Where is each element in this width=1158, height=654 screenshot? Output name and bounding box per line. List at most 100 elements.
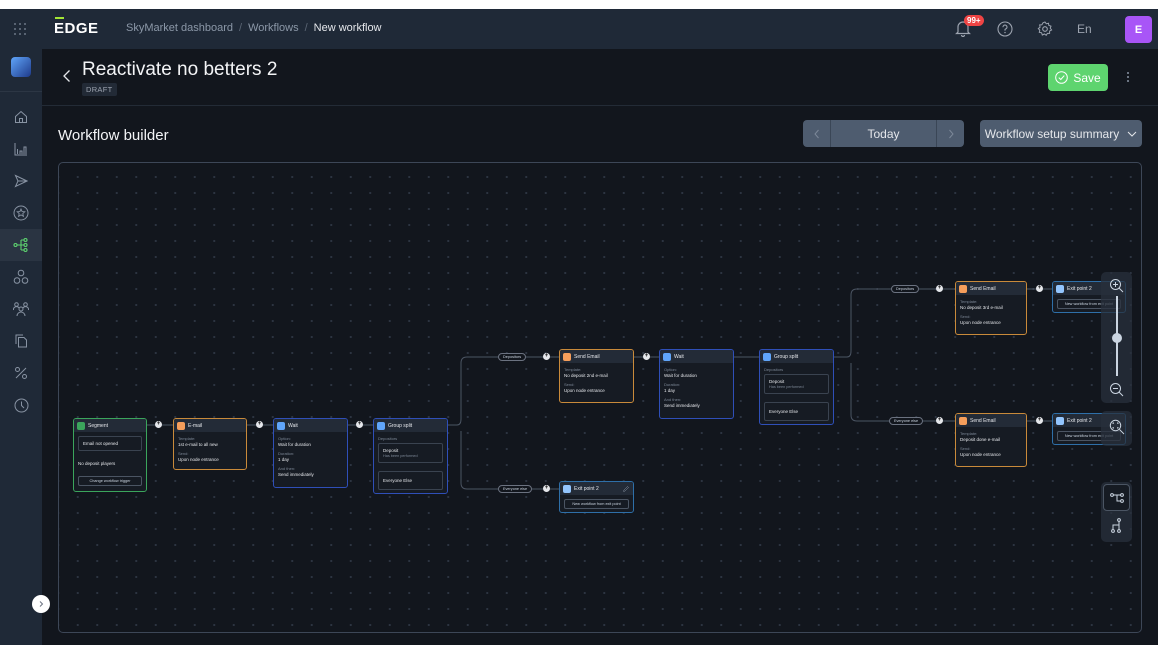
- node-email[interactable]: E-mail Template: 1st e-mail to all new S…: [173, 418, 247, 470]
- sidebar-item-players[interactable]: [0, 293, 42, 325]
- language-selector[interactable]: En: [1077, 22, 1092, 36]
- andthen-value: Send immediately: [278, 472, 314, 477]
- workflow-canvas[interactable]: Depositors Everyone else Depositors Ever…: [58, 162, 1142, 633]
- field-label: Send:: [960, 446, 971, 451]
- node-exit-point[interactable]: Exit point 2 New workflow from exit poin…: [559, 481, 634, 513]
- option-value: Wait for duration: [278, 442, 311, 447]
- node-title: Exit point 2: [574, 485, 599, 492]
- sidebar-item-loyalty[interactable]: [0, 197, 42, 229]
- email-icon: [177, 421, 185, 430]
- node-title: Exit point 2: [1067, 417, 1092, 424]
- change-trigger-button[interactable]: Change workflow trigger: [78, 476, 142, 486]
- divider: [0, 91, 42, 92]
- node-title: Send Email: [970, 285, 996, 292]
- add-node-button[interactable]: +: [356, 421, 363, 428]
- breadcrumb-current: New workflow: [313, 22, 382, 34]
- summary-label: Workflow setup summary: [984, 126, 1120, 141]
- node-send-email[interactable]: Send Email Template: Deposit done e-mail…: [955, 413, 1027, 467]
- back-arrow-icon[interactable]: [62, 69, 72, 83]
- branch-description: Has been performed: [383, 454, 418, 458]
- help-icon[interactable]: [997, 21, 1013, 37]
- send-icon: [14, 174, 28, 188]
- gear-icon[interactable]: [1037, 21, 1053, 37]
- edit-icon[interactable]: [623, 485, 629, 492]
- node-title: Exit point 2: [1067, 285, 1092, 292]
- split-branch-everyone-else[interactable]: Everyone Else: [378, 471, 443, 490]
- percent-icon: [15, 367, 27, 379]
- email-icon: [563, 352, 571, 361]
- sidebar-item-campaigns[interactable]: [0, 165, 42, 197]
- check-circle-icon: [1055, 71, 1069, 84]
- logo-text: EDGE: [54, 20, 99, 37]
- add-node-button[interactable]: +: [936, 285, 943, 292]
- avatar[interactable]: E: [1125, 16, 1152, 43]
- breadcrumb-separator: /: [239, 22, 243, 34]
- date-label[interactable]: Today: [830, 120, 937, 147]
- sidebar-item-analytics[interactable]: [0, 133, 42, 165]
- node-group-split[interactable]: Group split Depositors Deposit Has been p…: [759, 349, 834, 425]
- zoom-slider-handle[interactable]: [1112, 333, 1122, 343]
- zoom-controls: [1101, 272, 1132, 403]
- field-label: Option:: [664, 367, 677, 372]
- more-options-icon[interactable]: [1126, 71, 1130, 83]
- add-node-button[interactable]: +: [543, 485, 550, 492]
- node-segment[interactable]: Segment Email not opened No deposit play…: [73, 418, 147, 492]
- sidebar-item-bonuses[interactable]: [0, 357, 42, 389]
- send-value: Upon node entrance: [178, 457, 219, 462]
- sidebar-item-segments[interactable]: [0, 261, 42, 293]
- add-node-button[interactable]: +: [543, 353, 550, 360]
- field-label: And then:: [664, 397, 682, 402]
- field-label: Template:: [564, 367, 582, 372]
- split-branch-deposit[interactable]: Deposit Has been performed: [378, 443, 443, 463]
- logo[interactable]: EDGE: [54, 17, 99, 37]
- chevron-left-icon: [813, 129, 819, 138]
- split-branch-deposit[interactable]: Deposit Has been performed: [764, 374, 829, 394]
- workflow-summary-dropdown[interactable]: Workflow setup summary: [980, 120, 1142, 147]
- fit-to-screen-icon[interactable]: [1109, 419, 1125, 435]
- split-branch-everyone-else[interactable]: Everyone Else: [764, 402, 829, 421]
- node-send-email[interactable]: Send Email Template: No deposit 3rd e-ma…: [955, 281, 1027, 335]
- node-wait[interactable]: Wait Option: Wait for duration Duration:…: [659, 349, 734, 419]
- zoom-out-icon[interactable]: [1109, 382, 1124, 397]
- add-node-button[interactable]: +: [1036, 285, 1043, 292]
- add-node-button[interactable]: +: [643, 353, 650, 360]
- vertical-flow-icon[interactable]: [1110, 518, 1122, 534]
- template-value: Deposit done e-mail: [960, 437, 1001, 442]
- node-title: Send Email: [970, 417, 996, 424]
- node-group-split[interactable]: Group split Depositors Deposit Has been p…: [373, 418, 448, 494]
- add-node-button[interactable]: +: [256, 421, 263, 428]
- layout-toggle: [1101, 482, 1132, 542]
- sidebar-item-home[interactable]: [0, 101, 42, 133]
- workspace-logo[interactable]: [11, 57, 31, 77]
- files-icon: [15, 334, 27, 348]
- app-window: EDGE SkyMarket dashboard / Workflows / N…: [0, 9, 1158, 645]
- save-button[interactable]: Save: [1048, 64, 1108, 91]
- add-node-button[interactable]: +: [1036, 417, 1043, 424]
- breadcrumb-separator: /: [304, 22, 308, 34]
- new-workflow-from-exit-button[interactable]: New workflow from exit point: [564, 499, 629, 509]
- add-node-button[interactable]: +: [155, 421, 162, 428]
- date-prev-button[interactable]: [803, 120, 830, 147]
- field-label: Duration:: [664, 382, 681, 387]
- node-send-email[interactable]: Send Email Template: No deposit 2nd e-ma…: [559, 349, 634, 403]
- sidebar-expand-button[interactable]: [32, 595, 50, 613]
- split-icon: [377, 421, 385, 430]
- save-label: Save: [1073, 70, 1101, 85]
- breadcrumb-dashboard[interactable]: SkyMarket dashboard: [126, 22, 233, 34]
- sidebar-item-workflows[interactable]: [0, 229, 42, 261]
- sidebar-item-history[interactable]: [0, 389, 42, 421]
- date-next-button[interactable]: [937, 120, 964, 147]
- add-node-button[interactable]: +: [936, 417, 943, 424]
- sidebar-item-templates[interactable]: [0, 325, 42, 357]
- segment-audience: No deposit players: [78, 461, 116, 466]
- workflow-icon: [13, 237, 28, 253]
- node-wait[interactable]: Wait Option: Wait for duration Duration:…: [273, 418, 348, 488]
- template-value: 1st e-mail to all new: [178, 442, 218, 447]
- apps-grid-icon[interactable]: [12, 21, 28, 37]
- field-label: Send:: [564, 382, 575, 387]
- branch-description: Has been performed: [769, 385, 804, 389]
- horizontal-layout-button[interactable]: [1103, 484, 1130, 511]
- zoom-in-icon[interactable]: [1109, 278, 1124, 293]
- date-navigator: Today: [803, 120, 964, 147]
- breadcrumb-workflows[interactable]: Workflows: [248, 22, 299, 34]
